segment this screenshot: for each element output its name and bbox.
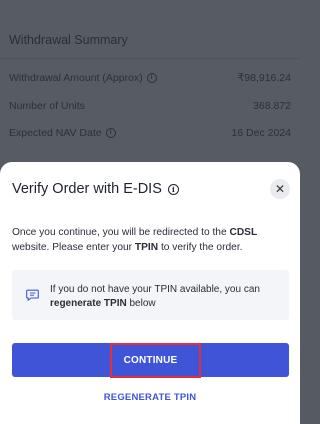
close-button[interactable]: ✕: [270, 179, 290, 199]
description-bold-cdsl: CDSL: [229, 227, 258, 238]
summary-row-nav-date: Expected NAV Date i 16 Dec 2024: [9, 125, 291, 141]
summary-row-value: 16 Dec 2024: [231, 127, 291, 139]
sheet-header: Verify Order with E-DIS i: [12, 181, 179, 197]
sheet-title: Verify Order with E-DIS: [12, 181, 162, 197]
regenerate-tpin-link[interactable]: REGENERATE TPIN: [0, 392, 300, 403]
notice-text-part: If you do not have your TPIN available, …: [50, 284, 260, 295]
notice-bold-regenerate: regenerate TPIN: [50, 298, 127, 309]
notice-text-part: below: [126, 298, 156, 309]
summary-row-label: Expected NAV Date: [9, 127, 102, 139]
continue-button-label: CONTINUE: [123, 354, 178, 366]
summary-row-label: Withdrawal Amount (Approx): [9, 72, 143, 84]
info-icon[interactable]: i: [167, 183, 179, 195]
tpin-notice: If you do not have your TPIN available, …: [12, 270, 289, 320]
description-text: website. Please enter your: [12, 242, 135, 253]
sheet-description: Once you continue, you will be redirecte…: [12, 225, 282, 255]
info-icon[interactable]: i: [146, 73, 157, 83]
summary-row-label: Number of Units: [9, 100, 85, 112]
summary-row-value: 368.872: [253, 100, 291, 112]
summary-divider: [0, 58, 300, 59]
description-text: to verify the order.: [158, 242, 243, 253]
info-icon[interactable]: i: [105, 128, 116, 138]
continue-button[interactable]: CONTINUE: [12, 343, 289, 377]
summary-row-units: Number of Units 368.872: [9, 98, 291, 114]
summary-row-value: ₹98,916.24: [237, 72, 291, 84]
close-icon: ✕: [274, 182, 286, 196]
message-icon: [26, 289, 39, 301]
description-text: Once you continue, you will be redirecte…: [12, 227, 230, 238]
summary-title: Withdrawal Summary: [9, 33, 128, 47]
summary-row-amount: Withdrawal Amount (Approx) i ₹98,916.24: [9, 70, 291, 86]
description-bold-tpin: TPIN: [134, 242, 159, 253]
notice-text: If you do not have your TPIN available, …: [50, 283, 282, 311]
